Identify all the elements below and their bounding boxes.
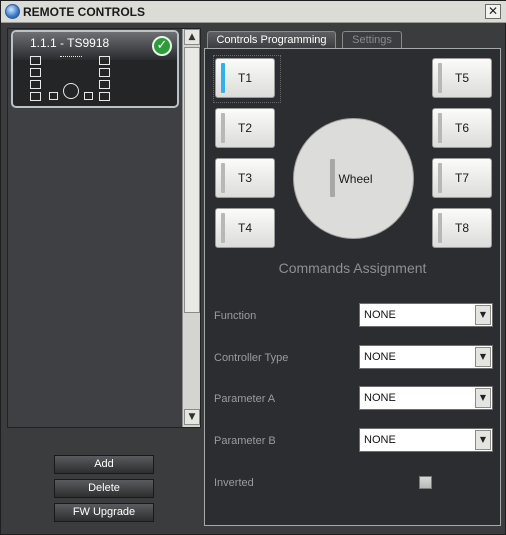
scroll-up-button[interactable]: ▲ xyxy=(184,29,200,45)
button-t7[interactable]: T7 xyxy=(432,158,492,198)
wheel-button[interactable]: Wheel xyxy=(293,118,414,239)
function-select[interactable]: NONE ▼ xyxy=(359,303,493,327)
fw-upgrade-button[interactable]: FW Upgrade xyxy=(54,503,154,522)
parameter-a-select[interactable]: NONE ▼ xyxy=(359,386,493,410)
button-t4-label: T4 xyxy=(237,221,252,235)
button-t3[interactable]: T3 xyxy=(215,158,275,198)
button-t2[interactable]: T2 xyxy=(215,108,275,148)
tab-settings[interactable]: Settings xyxy=(342,31,402,49)
controller-type-value: NONE xyxy=(364,351,396,363)
inverted-label: Inverted xyxy=(214,477,254,489)
button-t8[interactable]: T8 xyxy=(432,208,492,248)
chevron-down-icon[interactable]: ▼ xyxy=(475,430,491,450)
controller-type-select[interactable]: NONE ▼ xyxy=(359,345,493,369)
function-value: NONE xyxy=(364,309,396,321)
button-t1-label: T1 xyxy=(237,71,252,85)
title-bar: REMOTE CONTROLS ✕ xyxy=(1,1,506,23)
function-label: Function xyxy=(214,310,257,322)
inverted-checkbox[interactable] xyxy=(419,476,432,489)
device-list-scrollbar[interactable]: ▲ ▼ xyxy=(182,29,200,427)
add-button[interactable]: Add xyxy=(54,455,154,474)
device-card-content[interactable]: 1.1.1 - TS9918 ✓ xyxy=(11,30,179,108)
delete-button[interactable]: Delete xyxy=(54,479,154,498)
wheel-label: Wheel xyxy=(338,172,373,186)
parameter-b-select[interactable]: NONE ▼ xyxy=(359,428,493,452)
scroll-thumb[interactable] xyxy=(184,47,200,313)
button-t2-label: T2 xyxy=(237,121,252,135)
controller-type-label: Controller Type xyxy=(214,352,289,364)
close-button[interactable]: ✕ xyxy=(485,4,501,19)
button-t4[interactable]: T4 xyxy=(215,208,275,248)
chevron-down-icon[interactable]: ▼ xyxy=(475,347,491,367)
button-t5[interactable]: T5 xyxy=(432,58,492,98)
button-t7-label: T7 xyxy=(454,171,469,185)
commands-assignment-title: Commands Assignment xyxy=(278,260,427,276)
button-t6-label: T6 xyxy=(454,121,469,135)
button-t3-label: T3 xyxy=(237,171,252,185)
tab-controls-programming[interactable]: Controls Programming xyxy=(207,31,336,49)
chevron-down-icon[interactable]: ▼ xyxy=(475,305,491,325)
button-t6[interactable]: T6 xyxy=(432,108,492,148)
button-t1[interactable]: T1 xyxy=(215,58,275,98)
button-t8-label: T8 xyxy=(454,221,469,235)
chevron-down-icon[interactable]: ▼ xyxy=(475,388,491,408)
device-name: 1.1.1 - TS9918 xyxy=(30,36,110,50)
remote-diagram-icon xyxy=(29,52,151,102)
window-title: REMOTE CONTROLS xyxy=(23,5,145,19)
parameter-a-label: Parameter A xyxy=(214,393,276,405)
check-icon: ✓ xyxy=(152,36,172,56)
parameter-a-value: NONE xyxy=(364,392,396,404)
remote-controls-window: REMOTE CONTROLS ✕ 1.1.1 - TS9918 ✓ ▲ ▼ A… xyxy=(0,0,506,535)
parameter-b-label: Parameter B xyxy=(214,435,276,447)
button-t5-label: T5 xyxy=(454,71,469,85)
scroll-down-button[interactable]: ▼ xyxy=(184,409,200,425)
parameter-b-value: NONE xyxy=(364,434,396,446)
app-globe-icon xyxy=(5,4,20,19)
